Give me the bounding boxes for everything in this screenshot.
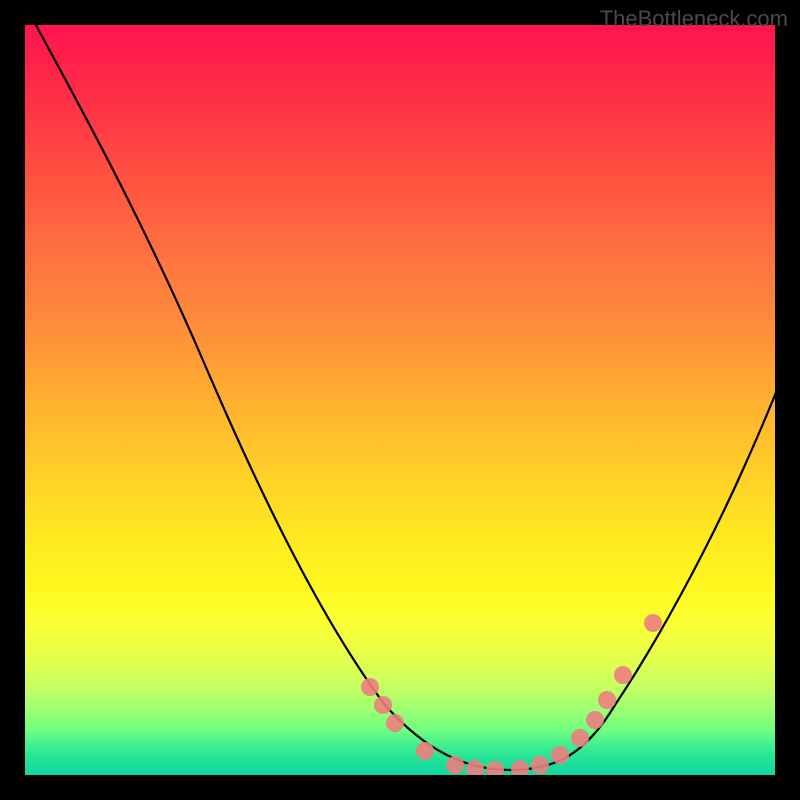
highlight-dot bbox=[586, 711, 604, 729]
highlight-dot bbox=[466, 760, 484, 775]
highlight-dots-group bbox=[361, 614, 662, 775]
highlight-dot bbox=[416, 742, 434, 760]
highlight-dot bbox=[374, 696, 392, 714]
highlight-dot bbox=[598, 691, 616, 709]
highlight-dot bbox=[531, 756, 549, 774]
highlight-dot bbox=[511, 760, 529, 775]
highlight-dot bbox=[446, 756, 464, 774]
highlight-dot bbox=[361, 678, 379, 696]
highlight-dot bbox=[551, 746, 569, 764]
highlight-dot bbox=[614, 666, 632, 684]
highlight-dot bbox=[386, 714, 404, 732]
chart-dots-layer bbox=[25, 25, 775, 775]
highlight-dot bbox=[644, 614, 662, 632]
watermark-text: TheBottleneck.com bbox=[600, 6, 788, 32]
chart-plot-area bbox=[25, 25, 775, 775]
highlight-dot bbox=[486, 761, 504, 775]
highlight-dot bbox=[571, 729, 589, 747]
